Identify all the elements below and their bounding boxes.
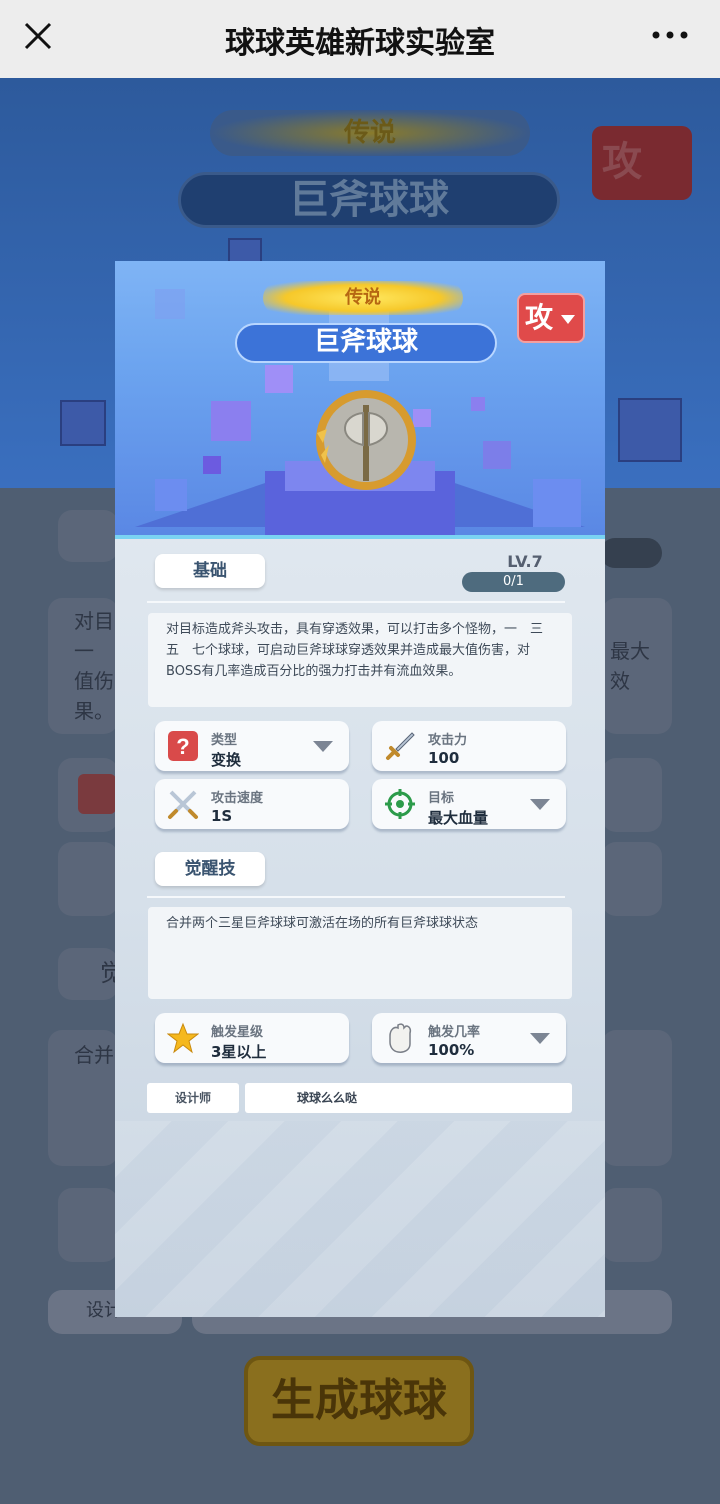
trigger-rate-field[interactable]: 触发几率 100% bbox=[372, 1013, 566, 1063]
background-text: 效 bbox=[610, 669, 630, 693]
trigger-rate-label: 触发几率 bbox=[428, 1025, 481, 1040]
background-question-icon bbox=[78, 774, 116, 814]
level-progress-bar: 0/1 bbox=[462, 572, 565, 592]
type-value: 变换 bbox=[211, 751, 242, 769]
background-text: 对目 bbox=[74, 609, 114, 633]
background-name: 巨斧球球 bbox=[178, 172, 560, 228]
more-icon[interactable] bbox=[650, 20, 690, 50]
target-field[interactable]: 目标 最大血量 bbox=[372, 779, 566, 829]
attack-field[interactable]: 攻击力 100 bbox=[372, 721, 566, 771]
background-panel bbox=[602, 1030, 672, 1166]
svg-text:?: ? bbox=[176, 734, 189, 759]
attack-value: 100 bbox=[428, 749, 460, 767]
background-rarity: 传说 bbox=[210, 110, 530, 156]
background-panel bbox=[58, 510, 118, 562]
background-attack-button: 攻 bbox=[592, 126, 692, 200]
trigger-star-value: 3星以上 bbox=[211, 1043, 267, 1061]
crossed-swords-icon bbox=[168, 790, 198, 819]
trigger-rate-value: 100% bbox=[428, 1041, 475, 1059]
nav-bar: 球球英雄新球实验室 bbox=[0, 0, 720, 78]
background-cube bbox=[60, 400, 106, 446]
dropdown-icon bbox=[313, 741, 333, 752]
background-text: 最大 bbox=[610, 639, 650, 663]
background-text: 值伤 bbox=[74, 669, 114, 693]
target-icon bbox=[385, 789, 415, 819]
background-panel bbox=[602, 1188, 662, 1262]
type-field[interactable]: ? 类型 变换 bbox=[155, 721, 349, 771]
background-panel bbox=[600, 538, 662, 568]
target-label: 目标 bbox=[428, 791, 455, 806]
background-panel bbox=[602, 758, 662, 832]
generate-ball-button[interactable]: 生成球球 bbox=[244, 1356, 474, 1446]
background-text: 合并 bbox=[74, 1043, 114, 1067]
basic-section-label: 基础 bbox=[155, 554, 265, 588]
card-bottom-pattern bbox=[115, 1121, 605, 1317]
designer-name: 球球么么哒 bbox=[245, 1083, 572, 1113]
designer-label: 设计师 bbox=[147, 1083, 239, 1113]
trigger-star-label: 触发星级 bbox=[211, 1025, 264, 1040]
target-value: 最大血量 bbox=[428, 809, 489, 827]
awaken-description: 合并两个三星巨斧球球可激活在场的所有巨斧球球状态 bbox=[148, 907, 572, 999]
speed-field[interactable]: 攻击速度 1S bbox=[155, 779, 349, 829]
sword-icon bbox=[386, 732, 415, 760]
background-panel bbox=[58, 1188, 118, 1262]
divider bbox=[147, 896, 565, 898]
header-divider bbox=[115, 535, 605, 539]
level-label: LV.7 bbox=[507, 552, 543, 571]
page-title: 球球英雄新球实验室 bbox=[225, 26, 495, 61]
card-header: 传说 巨斧球球 攻 bbox=[115, 261, 605, 539]
background-panel bbox=[602, 842, 662, 916]
glove-icon bbox=[389, 1023, 412, 1053]
axe-emblem-icon bbox=[316, 390, 416, 490]
awaken-section-label: 觉醒技 bbox=[155, 852, 265, 886]
type-label: 类型 bbox=[211, 733, 238, 748]
question-icon: ? bbox=[168, 731, 198, 761]
attack-label: 攻击力 bbox=[428, 733, 468, 748]
speed-label: 攻击速度 bbox=[211, 791, 264, 806]
rarity-badge: 传说 bbox=[263, 281, 463, 315]
background-text: 果。 bbox=[74, 699, 114, 723]
dropdown-icon bbox=[530, 799, 550, 810]
background-panel bbox=[58, 842, 118, 916]
background-text: 一 bbox=[74, 639, 94, 663]
skill-description: 对目标造成斧头攻击，具有穿透效果，可以打击多个怪物，一 三 五 七个球球，可启动… bbox=[148, 613, 572, 707]
ball-name: 巨斧球球 bbox=[235, 323, 497, 363]
dropdown-icon bbox=[530, 1033, 550, 1044]
divider bbox=[147, 601, 565, 603]
star-icon bbox=[167, 1022, 199, 1054]
trigger-star-field[interactable]: 触发星级 3星以上 bbox=[155, 1013, 349, 1063]
dropdown-icon bbox=[561, 315, 575, 324]
speed-value: 1S bbox=[211, 807, 233, 825]
attack-type-button[interactable]: 攻 bbox=[517, 293, 585, 343]
background-cube bbox=[618, 398, 682, 462]
ball-detail-card: 传说 巨斧球球 攻 基础 LV.7 0/1 对目标造成斧头攻击，具有穿透效果，可… bbox=[115, 261, 605, 1317]
